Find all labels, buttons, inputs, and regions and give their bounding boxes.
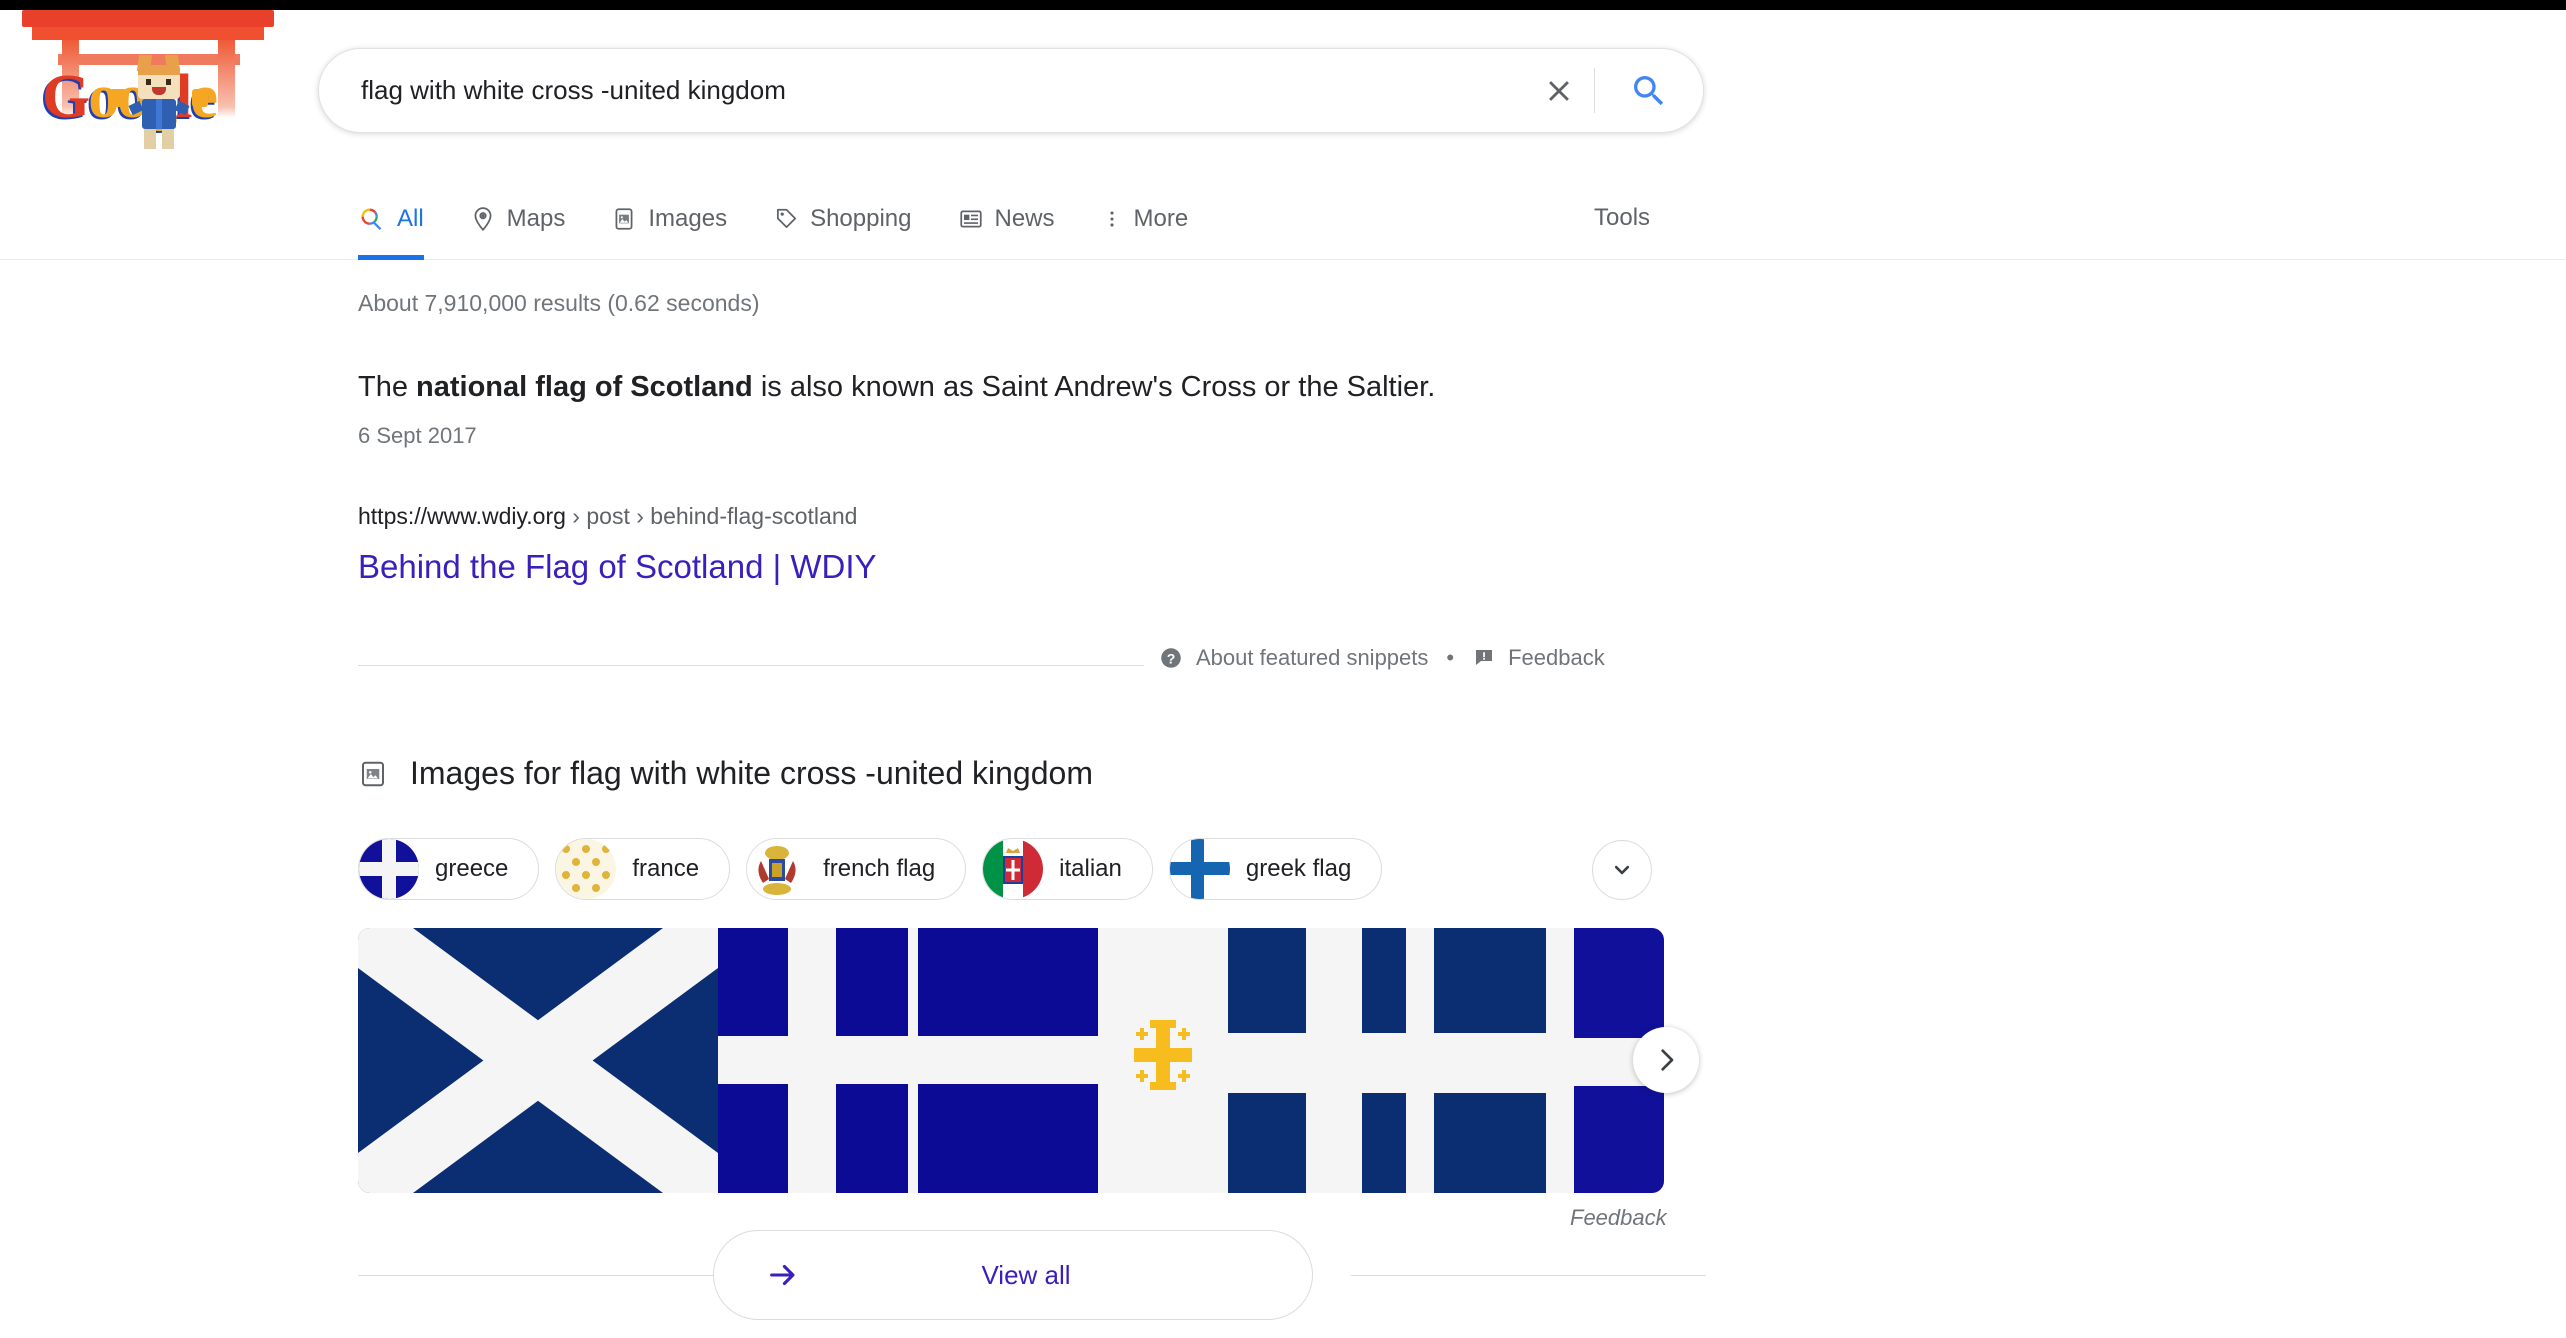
cat-hair	[138, 65, 180, 75]
search-nav-bar: All Maps Images Shopping News More Tools	[0, 178, 2566, 260]
result-url[interactable]: https://www.wdiy.org › post › behind-fla…	[358, 503, 857, 530]
tab-shopping[interactable]: Shopping	[773, 178, 912, 260]
cat-leg-right	[162, 129, 174, 149]
snippet-feedback-label: Feedback	[1508, 645, 1605, 670]
lantern-left-icon	[110, 89, 126, 107]
newspaper-icon	[959, 210, 982, 228]
about-featured-snippets-label: About featured snippets	[1196, 645, 1429, 670]
snippet-footer-divider	[358, 665, 1144, 666]
chip-france-label: france	[632, 855, 700, 882]
help-circle-icon: ?	[1161, 648, 1181, 668]
cat-leg-left	[144, 129, 156, 149]
chevron-down-icon	[1614, 865, 1630, 875]
image-results-carousel[interactable]	[358, 928, 1664, 1193]
result-domain: https://www.wdiy.org	[358, 503, 566, 529]
tab-news[interactable]: News	[958, 178, 1055, 260]
image-icon	[615, 208, 633, 230]
chip-greece-label: greece	[435, 855, 509, 882]
snippet-suffix: is also known as Saint Andrew's Cross or…	[752, 371, 1436, 403]
chip-french-flag[interactable]: french flag	[746, 838, 967, 900]
flag-blue-white-cross-1[interactable]	[718, 928, 908, 1193]
snippet-footer: ? About featured snippets • Feedback	[358, 645, 1706, 670]
image-icon	[362, 761, 384, 786]
chip-italian[interactable]: italian	[982, 838, 1153, 900]
cat-eye-left	[146, 79, 151, 85]
flag-blue-cross-white-thumb	[1169, 839, 1230, 899]
search-bar[interactable]	[318, 48, 1704, 133]
featured-snippet-text: The national flag of Scotland is also kn…	[358, 368, 1435, 407]
cat-eye-right	[166, 79, 171, 85]
tools-button[interactable]: Tools	[1594, 204, 1650, 232]
google-doodle[interactable]: Google Google	[18, 8, 280, 149]
torii-top-beam	[22, 10, 274, 27]
cat-arm-right	[174, 100, 190, 116]
flag-blue-white-cross-4[interactable]	[1406, 928, 1574, 1193]
tab-images-label: Images	[648, 205, 728, 232]
chip-greek-flag-label: greek flag	[1245, 855, 1352, 882]
flag-blue-white-cross-3[interactable]	[1228, 928, 1406, 1193]
tab-more-label: More	[1133, 205, 1189, 232]
french-royal-crest-thumb	[747, 839, 808, 899]
search-icon	[1634, 75, 1664, 105]
tab-news-label: News	[994, 205, 1055, 232]
tab-maps-label: Maps	[506, 205, 566, 232]
about-featured-snippets-link[interactable]: ? About featured snippets	[1158, 645, 1428, 671]
carousel-feedback-link[interactable]: Feedback	[1570, 1205, 1667, 1231]
doodle-cat-character	[110, 53, 208, 153]
snippet-date: 6 Sept 2017	[358, 423, 477, 448]
flag-blue-white-cross-2[interactable]	[908, 928, 1098, 1193]
fleur-de-lis-pattern-thumb	[556, 839, 617, 899]
flag-italy-savoy-thumb	[983, 839, 1044, 899]
results-count: About 7,910,000 results (0.62 seconds)	[358, 290, 760, 316]
flag-greece-cross-thumb	[359, 839, 419, 899]
chip-greece[interactable]: greece	[358, 838, 540, 900]
result-title-link[interactable]: Behind the Flag of Scotland | WDIY	[358, 548, 877, 586]
lantern-right-icon	[192, 89, 208, 107]
more-vertical-icon	[1109, 211, 1114, 227]
tab-maps[interactable]: Maps	[470, 178, 566, 260]
snippet-prefix: The	[358, 371, 417, 403]
google-search-icon	[361, 208, 382, 230]
map-pin-icon	[474, 207, 492, 232]
tab-shopping-label: Shopping	[810, 205, 912, 232]
cat-body-stripe	[156, 99, 162, 129]
tab-more[interactable]: More	[1101, 178, 1189, 260]
tab-images[interactable]: Images	[611, 178, 727, 260]
close-icon	[1549, 80, 1569, 101]
nav-tabs: All Maps Images Shopping News More	[358, 178, 1234, 260]
svg-text:?: ?	[1167, 650, 1176, 666]
expand-chips-button[interactable]	[1592, 840, 1652, 900]
chip-italian-label: italian	[1059, 855, 1122, 882]
view-all-label: View all	[981, 1259, 1071, 1290]
snippet-bold: national flag of Scotland	[416, 371, 753, 403]
view-all-divider-right	[1351, 1275, 1706, 1276]
search-input[interactable]	[319, 49, 1524, 132]
flag-feedback-icon	[1476, 650, 1493, 665]
snippet-footer-items: ? About featured snippets • Feedback	[1158, 645, 1605, 671]
images-section-header: Images for flag with white cross -united…	[358, 755, 1093, 792]
chip-french-flag-label: french flag	[823, 855, 936, 882]
footer-separator: •	[1446, 645, 1455, 670]
flag-jerusalem-cross[interactable]	[1098, 928, 1228, 1193]
tab-all[interactable]: All	[358, 178, 424, 260]
browser-top-strip	[0, 0, 2566, 10]
tab-all-label: All	[397, 205, 424, 232]
images-section-heading: Images for flag with white cross -united…	[410, 755, 1093, 791]
image-filter-chips: greece france french flag italian greek …	[358, 838, 1383, 900]
chevron-right-icon	[1661, 1049, 1674, 1071]
view-all-section: View all	[358, 1230, 1706, 1320]
clear-search-button[interactable]	[1524, 49, 1594, 132]
view-all-button[interactable]: View all	[713, 1230, 1313, 1320]
view-all-divider-left	[358, 1275, 713, 1276]
result-breadcrumb: › post › behind-flag-scotland	[565, 503, 858, 529]
chip-france[interactable]: france	[555, 838, 731, 900]
price-tag-icon	[777, 208, 797, 228]
arrow-right-icon	[770, 1264, 795, 1286]
chip-greek-flag[interactable]: greek flag	[1168, 838, 1383, 900]
carousel-next-button[interactable]	[1633, 1027, 1699, 1093]
torii-second-beam	[32, 27, 264, 40]
flag-scotland-saltire[interactable]	[358, 928, 718, 1193]
search-submit-button[interactable]	[1595, 49, 1703, 132]
snippet-feedback-link[interactable]: Feedback	[1472, 645, 1605, 671]
